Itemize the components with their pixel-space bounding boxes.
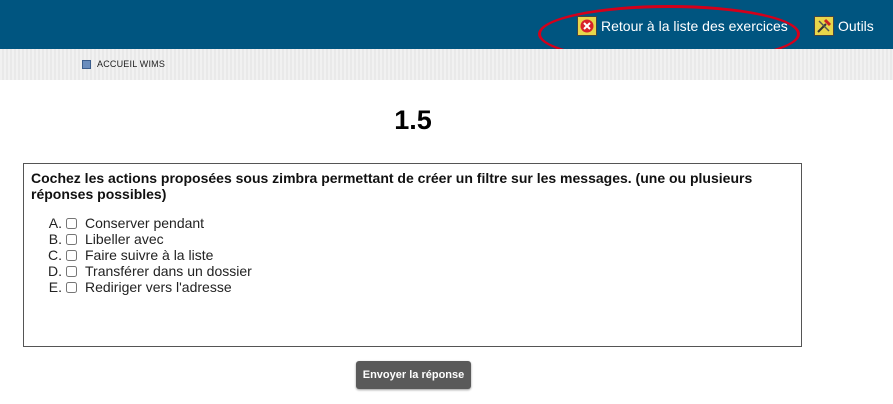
tools-link-label: Outils	[838, 18, 874, 34]
breadcrumb-bar: ACCUEIL WIMS	[0, 49, 893, 80]
close-icon	[577, 16, 597, 36]
return-to-exercises-link[interactable]: Retour à la liste des exercices	[577, 16, 788, 36]
choice-e-checkbox[interactable]	[66, 281, 77, 293]
choice-label[interactable]: Rediriger vers l'adresse	[85, 279, 232, 295]
choices-list: A. Conserver pendant B. Libeller avec C.…	[31, 215, 794, 295]
choice-b-checkbox[interactable]	[66, 233, 77, 245]
tools-link[interactable]: Outils	[814, 16, 874, 36]
choice-a: A. Conserver pendant	[31, 215, 794, 231]
choice-c: C. Faire suivre à la liste	[31, 247, 794, 263]
choice-letter: C.	[48, 247, 62, 263]
choice-label[interactable]: Transférer dans un dossier	[85, 263, 252, 279]
submit-answer-button[interactable]: Envoyer la réponse	[356, 361, 471, 389]
tools-icon	[814, 16, 834, 36]
choice-letter: E.	[48, 279, 62, 295]
return-link-label: Retour à la liste des exercices	[601, 18, 788, 34]
choice-letter: A.	[48, 215, 62, 231]
home-icon	[82, 59, 91, 69]
breadcrumb-home-label: ACCUEIL WIMS	[97, 59, 166, 69]
choice-label[interactable]: Libeller avec	[85, 231, 164, 247]
breadcrumb-home-link[interactable]: ACCUEIL WIMS	[82, 59, 165, 69]
top-bar: Retour à la liste des exercices Outils	[0, 0, 893, 63]
exercise-box: Cochez les actions proposées sous zimbra…	[23, 163, 802, 347]
choice-e: E. Rediriger vers l'adresse	[31, 279, 794, 295]
choice-b: B. Libeller avec	[31, 231, 794, 247]
choice-letter: D.	[48, 263, 62, 279]
choice-d: D. Transférer dans un dossier	[31, 263, 794, 279]
choice-label[interactable]: Conserver pendant	[85, 215, 204, 231]
choice-letter: B.	[48, 231, 62, 247]
exercise-title: 1.5	[394, 105, 432, 135]
choice-c-checkbox[interactable]	[66, 249, 77, 261]
choice-d-checkbox[interactable]	[66, 265, 77, 277]
question-text: Cochez les actions proposées sous zimbra…	[31, 170, 753, 202]
choice-a-checkbox[interactable]	[66, 217, 77, 229]
choice-label[interactable]: Faire suivre à la liste	[85, 247, 213, 263]
